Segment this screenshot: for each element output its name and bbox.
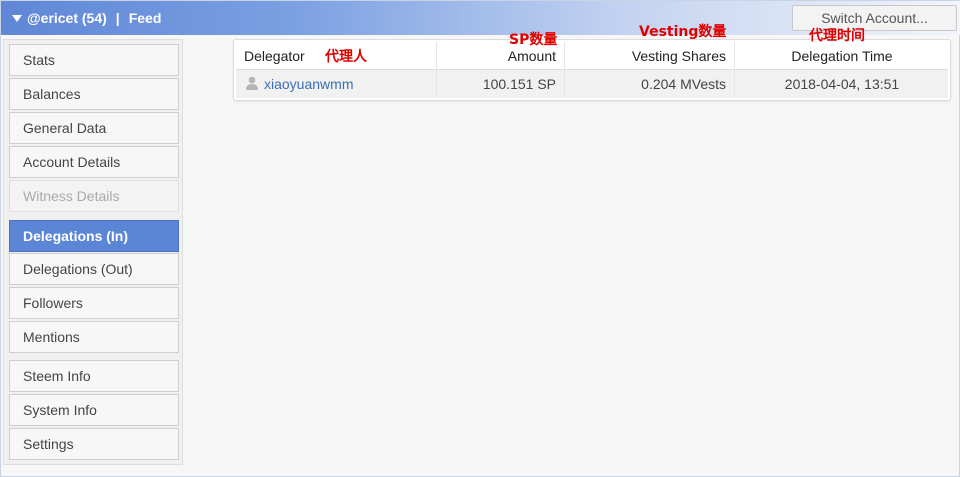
annotation-delegator: 代理人	[325, 49, 367, 65]
sidebar-item-delegations-in[interactable]: Delegations (In)	[9, 220, 179, 252]
vesting-shares-cell: 0.204 MVests	[641, 76, 726, 92]
feed-link[interactable]: Feed	[129, 10, 162, 26]
sidebar-item-account-details[interactable]: Account Details	[9, 146, 179, 178]
sidebar-item-system-info[interactable]: System Info	[9, 394, 179, 426]
account-name[interactable]: @ericet (54)	[27, 10, 107, 26]
amount-cell: 100.151 SP	[482, 76, 556, 92]
annotation-amount: SP数量	[509, 32, 558, 48]
delegation-time-cell: 2018-04-04, 13:51	[784, 76, 900, 92]
column-header-delegation-time[interactable]: Delegation Time	[734, 42, 950, 70]
sidebar-item-followers[interactable]: Followers	[9, 287, 179, 319]
column-header-delegator[interactable]: Delegator	[244, 42, 305, 70]
column-header-vesting-shares[interactable]: Vesting Shares	[564, 42, 726, 70]
annotation-vesting: Vesting数量	[639, 24, 727, 40]
annotation-time: 代理时间	[809, 28, 865, 44]
collapse-triangle-icon[interactable]	[12, 14, 22, 22]
sidebar-item-settings[interactable]: Settings	[9, 428, 179, 460]
account-panel: @ericet (54) | Feed Switch Account... St…	[0, 0, 960, 477]
delegator-link[interactable]: xiaoyuanwmm	[264, 70, 353, 98]
sidebar-item-stats[interactable]: Stats	[9, 44, 179, 76]
sidebar: Stats Balances General Data Account Deta…	[3, 39, 183, 465]
header-separator: |	[115, 10, 120, 26]
sidebar-item-witness-details: Witness Details	[9, 180, 179, 212]
sidebar-item-general-data[interactable]: General Data	[9, 112, 179, 144]
sidebar-item-balances[interactable]: Balances	[9, 78, 179, 110]
person-icon	[246, 76, 258, 90]
sidebar-item-steem-info[interactable]: Steem Info	[9, 360, 179, 392]
sidebar-item-delegations-out[interactable]: Delegations (Out)	[9, 253, 179, 285]
sidebar-item-mentions[interactable]: Mentions	[9, 321, 179, 353]
